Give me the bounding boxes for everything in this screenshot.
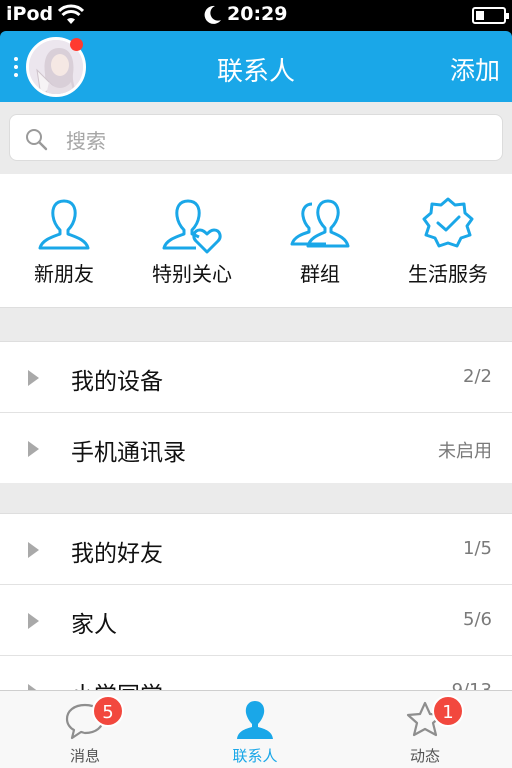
list-item[interactable]: 我的好友 1/5	[0, 514, 512, 585]
group-count: 未启用	[438, 441, 492, 462]
list-item[interactable]: 我的设备 2/2	[0, 342, 512, 413]
notification-dot	[70, 38, 83, 51]
battery-level	[476, 11, 484, 20]
group-count: 1/5	[463, 538, 492, 559]
quick-label: 特别关心	[152, 262, 232, 286]
person-heart-icon	[162, 199, 222, 254]
contact-group-section-1: 我的设备 2/2 手机通讯录 未启用	[0, 341, 512, 484]
expand-arrow-icon	[28, 613, 39, 629]
quick-label: 生活服务	[408, 262, 488, 286]
add-button[interactable]: 添加	[450, 51, 500, 87]
expand-arrow-icon	[28, 441, 39, 457]
section-gap	[0, 483, 512, 514]
quick-actions: 新朋友 特别关心 群组 生活服务	[0, 174, 512, 308]
bottom-tab-bar: 5 消息 联系人 1 动态	[0, 690, 512, 768]
group-icon	[290, 199, 350, 248]
person-icon	[38, 199, 90, 250]
unread-badge: 5	[92, 695, 124, 727]
top-nav-bar: 联系人 添加	[0, 31, 512, 102]
badge-check-icon	[422, 197, 474, 248]
section-gap	[0, 308, 512, 342]
list-item[interactable]: 家人 5/6	[0, 585, 512, 656]
group-title: 手机通讯录	[71, 440, 186, 466]
search-section: 搜索	[0, 102, 512, 174]
tab-label: 动态	[409, 747, 440, 765]
tab-label: 联系人	[232, 747, 278, 765]
expand-arrow-icon	[28, 370, 39, 386]
tab-contacts[interactable]: 联系人	[170, 691, 340, 768]
unread-badge: 1	[432, 695, 464, 727]
battery-icon	[472, 7, 509, 24]
contacts-icon	[237, 701, 273, 739]
page-title: 联系人	[216, 57, 295, 87]
group-count: 5/6	[463, 609, 492, 630]
tab-messages[interactable]: 5 消息	[0, 691, 170, 768]
quick-groups[interactable]: 群组	[256, 174, 384, 308]
list-item[interactable]: 手机通讯录 未启用	[0, 413, 512, 484]
quick-new-friends[interactable]: 新朋友	[0, 174, 128, 308]
clock-time: 20:29	[227, 3, 288, 25]
carrier-label: iPod	[6, 3, 54, 25]
group-title: 我的好友	[71, 541, 163, 567]
tab-label: 消息	[69, 747, 100, 765]
quick-special-care[interactable]: 特别关心	[128, 174, 256, 308]
moon-icon	[204, 5, 221, 24]
quick-life-services[interactable]: 生活服务	[384, 174, 512, 308]
wifi-icon	[58, 4, 84, 24]
search-icon	[26, 129, 48, 151]
search-input[interactable]: 搜索	[9, 114, 503, 161]
tab-activity[interactable]: 1 动态	[340, 691, 510, 768]
status-bar: iPod 20:29	[0, 0, 512, 31]
group-title: 家人	[71, 612, 117, 638]
quick-label: 新朋友	[34, 262, 94, 286]
group-title: 我的设备	[71, 369, 163, 395]
group-count: 2/2	[463, 366, 492, 387]
search-placeholder: 搜索	[66, 129, 106, 153]
expand-arrow-icon	[28, 542, 39, 558]
quick-label: 群组	[300, 262, 340, 286]
